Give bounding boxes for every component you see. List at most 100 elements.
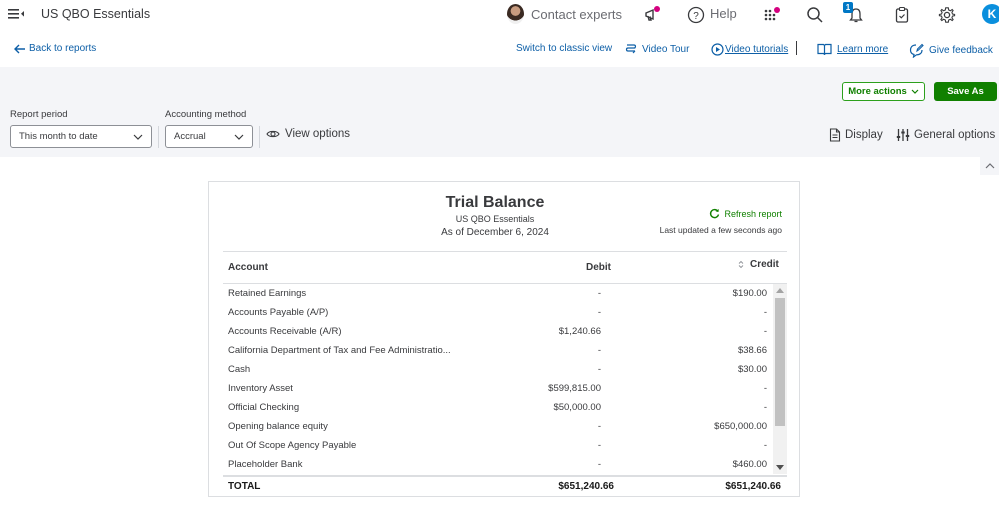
more-actions-button[interactable]: More actions (842, 82, 925, 101)
save-as-button[interactable]: Save As (934, 82, 997, 101)
menu-collapse-icon[interactable] (8, 6, 26, 22)
debit-cell: - (597, 459, 601, 470)
top-bar: US QBO Essentials Contact experts ? Help… (0, 0, 999, 30)
table-row[interactable]: Official Checking $50,000.00 - (223, 398, 773, 417)
debit-cell: - (597, 364, 601, 375)
accounting-method-label: Accounting method (165, 109, 247, 120)
table-row[interactable]: Placeholder Bank - $460.00 (223, 455, 773, 474)
accounting-method-value: Accrual (174, 131, 206, 142)
divider (223, 475, 787, 477)
column-header-credit[interactable]: Credit (738, 259, 779, 270)
account-cell: Out Of Scope Agency Payable (228, 440, 357, 451)
announcement-icon[interactable] (641, 4, 663, 26)
collapse-filters-button[interactable] (980, 157, 999, 175)
user-avatar[interactable]: K (982, 4, 999, 24)
debit-cell: - (597, 307, 601, 318)
table-row[interactable]: Opening balance equity - $650,000.00 (223, 417, 773, 436)
chevron-down-icon (234, 134, 244, 140)
help-label[interactable]: Help (710, 6, 737, 21)
debit-cell[interactable]: $599,815.00 (548, 383, 601, 394)
more-actions-label: More actions (848, 86, 907, 97)
clipboard-icon[interactable] (891, 4, 913, 26)
report-filter-bar: More actions Save As Report period This … (0, 67, 999, 157)
report-period-value: This month to date (19, 131, 98, 142)
gear-icon[interactable] (936, 4, 958, 26)
account-cell: Opening balance equity (228, 421, 328, 432)
account-cell: Official Checking (228, 402, 300, 413)
display-label: Display (845, 129, 883, 141)
account-cell: Placeholder Bank (228, 459, 303, 470)
credit-cell[interactable]: $650,000.00 (714, 421, 767, 432)
refresh-icon (710, 208, 720, 219)
feedback-icon (909, 43, 924, 58)
video-tour-link[interactable]: Video Tour (625, 43, 689, 55)
sort-icon (738, 260, 744, 269)
scroll-up-arrow-icon[interactable] (776, 288, 784, 293)
table-row[interactable]: Inventory Asset $599,815.00 - (223, 379, 773, 398)
report-rows: Retained Earnings - $190.00 Accounts Payab… (223, 284, 773, 474)
credit-cell[interactable]: $460.00 (733, 459, 767, 470)
notification-dot (654, 6, 660, 12)
accounting-method-select[interactable]: Accrual (165, 125, 253, 148)
svg-text:?: ? (693, 11, 699, 22)
table-row[interactable]: Accounts Payable (A/P) - - (223, 303, 773, 322)
switch-classic-view-link[interactable]: Switch to classic view (516, 43, 612, 54)
credit-cell[interactable]: $30.00 (738, 364, 767, 375)
view-options-label: View options (285, 128, 350, 140)
report-scrollbar[interactable] (773, 284, 787, 474)
company-name: US QBO Essentials (41, 7, 151, 21)
learn-more-link[interactable]: Learn more (817, 43, 888, 55)
credit-cell[interactable]: $38.66 (738, 345, 767, 356)
give-feedback-link[interactable]: Give feedback (909, 43, 993, 58)
contact-experts-button[interactable]: Contact experts (507, 4, 622, 24)
search-icon[interactable] (804, 4, 826, 26)
column-header-debit[interactable]: Debit (586, 262, 611, 273)
debit-cell: - (597, 440, 601, 451)
table-row[interactable]: Accounts Receivable (A/R) $1,240.66 - (223, 322, 773, 341)
credit-cell[interactable]: $190.00 (733, 288, 767, 299)
video-tutorials-label: Video tutorials (725, 44, 789, 55)
notification-dot (774, 7, 780, 13)
filter-divider (158, 126, 159, 148)
document-icon (829, 128, 841, 142)
account-cell: Retained Earnings (228, 288, 307, 299)
apps-grid-icon[interactable] (760, 4, 782, 26)
table-row[interactable]: Retained Earnings - $190.00 (223, 284, 773, 303)
chevron-down-icon (133, 134, 143, 140)
table-row[interactable]: Out Of Scope Agency Payable - - (223, 436, 773, 455)
table-row[interactable]: Cash - $30.00 (223, 360, 773, 379)
back-to-reports-link[interactable]: Back to reports (14, 43, 96, 54)
display-button[interactable]: Display (829, 128, 883, 142)
total-credit: $651,240.66 (725, 481, 781, 492)
scrollbar-thumb[interactable] (775, 298, 785, 426)
help-icon[interactable]: ? (685, 4, 707, 26)
report-period-label: Report period (10, 109, 68, 120)
refresh-report-button[interactable]: Refresh report (709, 208, 782, 219)
credit-cell: - (763, 402, 767, 413)
arrow-left-icon (14, 44, 25, 53)
credit-cell: - (763, 326, 767, 337)
general-options-button[interactable]: General options (896, 128, 995, 142)
video-tour-label: Video Tour (642, 43, 690, 55)
sliders-icon (896, 129, 910, 141)
give-feedback-label: Give feedback (929, 45, 993, 56)
secondary-link-bar: Back to reports Switch to classic view V… (0, 38, 999, 62)
bell-icon[interactable]: 1 (843, 2, 867, 26)
scroll-down-arrow-icon[interactable] (776, 465, 784, 470)
refresh-report-label: Refresh report (724, 208, 782, 219)
notification-count-badge: 1 (843, 2, 853, 13)
debit-cell: - (597, 288, 601, 299)
debit-cell[interactable]: $50,000.00 (553, 402, 601, 413)
route-icon (625, 44, 637, 54)
table-row[interactable]: California Department of Tax and Fee Adm… (223, 341, 773, 360)
report-period-select[interactable]: This month to date (10, 125, 152, 148)
credit-cell: - (763, 307, 767, 318)
back-to-reports-label: Back to reports (29, 43, 97, 54)
view-options-button[interactable]: View options (266, 128, 350, 140)
video-tutorials-link[interactable]: Video tutorials (711, 43, 788, 56)
debit-cell[interactable]: $1,240.66 (559, 326, 601, 337)
switch-classic-view-label: Switch to classic view (516, 43, 613, 54)
book-icon (817, 43, 832, 55)
column-header-account[interactable]: Account (228, 262, 268, 273)
account-cell: Inventory Asset (228, 383, 293, 394)
